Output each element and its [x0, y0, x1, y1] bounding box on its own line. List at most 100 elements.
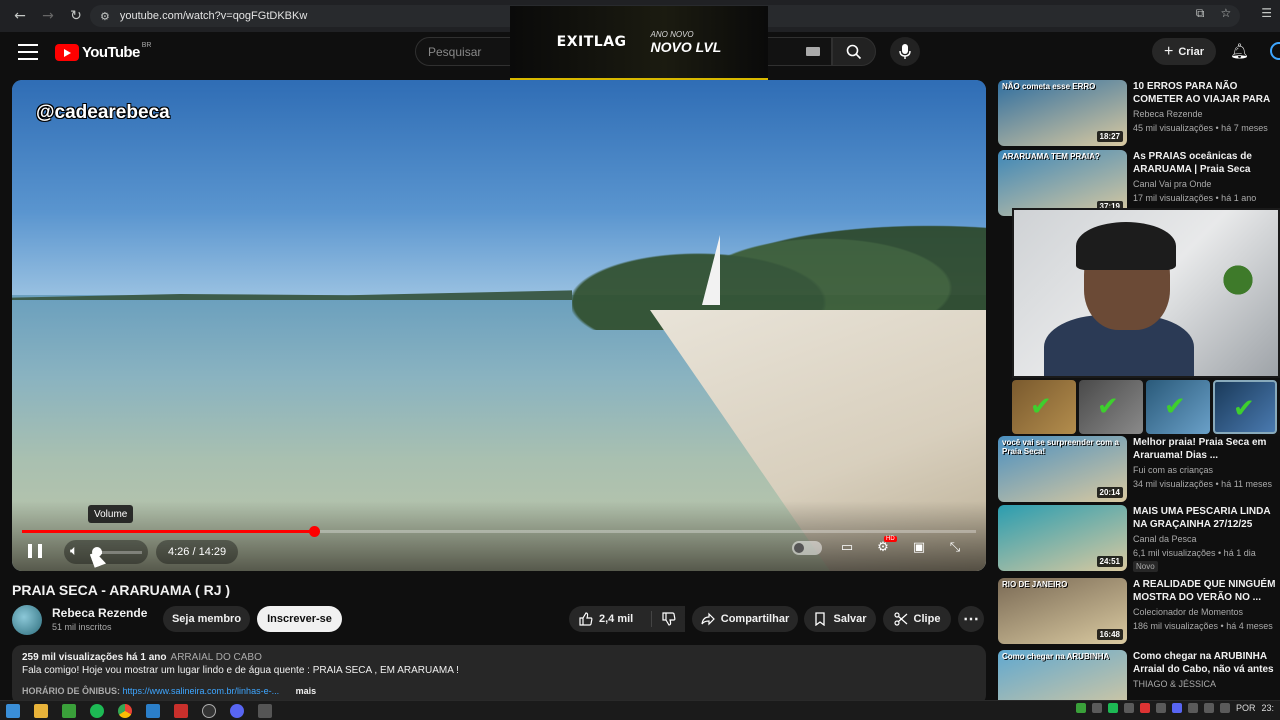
achievement-badge: [1213, 380, 1277, 434]
keyboard-icon[interactable]: [806, 47, 820, 56]
theater-icon[interactable]: ▣: [908, 540, 930, 555]
tray-icon[interactable]: [1075, 703, 1086, 713]
related-video-item[interactable]: ARARUAMA TEM PRAIA? 37:19 As PRAIAS oceâni…: [998, 150, 1280, 216]
windows-taskbar: POR 23:: [0, 700, 1280, 720]
browser-actions: ⧉ ☆ ☰: [1196, 6, 1272, 21]
autoplay-toggle[interactable]: [792, 540, 822, 555]
settings-icon[interactable]: ⚙ HD: [872, 536, 897, 555]
join-button[interactable]: Seja membro: [163, 606, 250, 632]
wifi-icon[interactable]: [1203, 703, 1214, 713]
video-editor-icon[interactable]: [174, 703, 188, 718]
forward-icon[interactable]: →: [34, 2, 62, 30]
tray-icon[interactable]: [1107, 703, 1118, 713]
achievement-badge: [1012, 380, 1076, 434]
file-explorer-icon[interactable]: [34, 703, 48, 718]
related-video-item[interactable]: RIO DE JANEIRO 16:48 A REALIDADE QUE NINGU…: [998, 578, 1280, 644]
tray-icon[interactable]: [1187, 703, 1198, 713]
views-date: 259 mil visualizações há 1 ano: [22, 652, 167, 663]
video-thumbnail[interactable]: você vai se surpreender com a Praia Seca…: [998, 436, 1127, 502]
volume-icon[interactable]: 🔈︎: [70, 543, 78, 559]
duration-badge: 18:27: [1096, 131, 1123, 142]
related-video-item[interactable]: 24:51 MAIS UMA PESCARIA LINDA NA GRAÇAINH…: [998, 505, 1280, 572]
related-video-item[interactable]: você vai se surpreender com a Praia Seca…: [998, 436, 1280, 502]
back-icon[interactable]: ←: [6, 2, 34, 30]
fullscreen-icon[interactable]: ⤡: [944, 540, 966, 555]
search-placeholder: Pesquisar: [428, 44, 482, 59]
video-thumbnail[interactable]: RIO DE JANEIRO 16:48: [998, 578, 1127, 644]
pause-icon[interactable]: [28, 544, 42, 558]
progress-fill: [22, 530, 314, 533]
speaker-icon[interactable]: [1219, 703, 1230, 713]
chrome-icon[interactable]: [118, 703, 132, 718]
system-tray: POR 23:: [1075, 703, 1274, 713]
tray-icon[interactable]: [1171, 703, 1182, 713]
related-video-title[interactable]: As PRAIAS oceânicas de ARARUAMA | Praia …: [1133, 150, 1280, 176]
reload-icon[interactable]: ↻: [62, 2, 90, 30]
video-thumbnail[interactable]: NÃO cometa esse ERRO 18:27: [998, 80, 1127, 146]
related-video-channel[interactable]: Rebeca Rezende: [1133, 109, 1203, 119]
progress-bar[interactable]: [22, 526, 976, 537]
video-watermark: @cadearebeca: [36, 102, 170, 123]
description-box[interactable]: 259 mil visualizações há 1 ano ARRAIAL DO…: [12, 645, 986, 705]
menu-icon[interactable]: ☰: [1261, 6, 1272, 21]
related-video-channel[interactable]: THIAGO & JÉSSICA: [1133, 679, 1216, 689]
schedule-link[interactable]: https://www.salineira.com.br/linhas-e-..…: [123, 686, 280, 696]
related-video-item[interactable]: NÃO cometa esse ERRO 18:27 10 ERROS PARA N…: [998, 80, 1280, 146]
spotify-icon[interactable]: [90, 703, 104, 718]
site-settings-icon[interactable]: ⚙: [100, 10, 110, 23]
subtitles-icon[interactable]: ▭: [836, 540, 858, 555]
volume-slider[interactable]: [98, 551, 142, 554]
share-button[interactable]: Compartilhar: [692, 606, 798, 632]
subscribe-button[interactable]: Inscrever-se: [257, 606, 342, 632]
more-icon[interactable]: ⋯: [958, 606, 984, 632]
duration-badge: 20:14: [1096, 487, 1123, 498]
start-icon[interactable]: [6, 703, 20, 718]
dislike-button[interactable]: [652, 606, 685, 632]
tray-icon[interactable]: [1123, 703, 1134, 713]
channel-name[interactable]: Rebeca Rezende: [52, 606, 147, 620]
related-video-title[interactable]: 10 ERROS PARA NÃO COMETER AO VIAJAR PARA…: [1133, 80, 1280, 106]
search-icon: [846, 44, 862, 59]
clip-button[interactable]: Clipe: [883, 606, 951, 632]
tray-icon[interactable]: [1155, 703, 1166, 713]
video-frame-sail: [702, 235, 720, 305]
tray-icon[interactable]: [1091, 703, 1102, 713]
related-video-channel[interactable]: Colecionador de Momentos: [1133, 607, 1243, 617]
related-video-title[interactable]: MAIS UMA PESCARIA LINDA NA GRAÇAINHA 27/…: [1133, 505, 1280, 531]
video-thumbnail[interactable]: 24:51: [998, 505, 1127, 571]
create-button[interactable]: + Criar: [1152, 38, 1216, 65]
video-thumbnail[interactable]: ARARUAMA TEM PRAIA? 37:19: [998, 150, 1127, 216]
video-player[interactable]: @cadearebeca Volume 🔈︎ 4:26 / 14:29 ▭ ⚙ H…: [12, 80, 986, 571]
clock[interactable]: 23:: [1261, 703, 1274, 713]
install-icon[interactable]: ⧉: [1196, 6, 1205, 21]
voice-search-button[interactable]: [890, 37, 920, 66]
app-icon[interactable]: [258, 703, 272, 718]
progress-scrubber[interactable]: [308, 526, 320, 537]
youtube-logo[interactable]: YouTube BR: [55, 42, 151, 61]
xbox-icon[interactable]: [62, 703, 76, 718]
obs-icon[interactable]: [202, 703, 216, 718]
hd-badge: HD: [884, 536, 897, 542]
bookmark-icon[interactable]: ☆: [1220, 6, 1231, 21]
related-video-title[interactable]: Como chegar na ARUBINHA Arraial do Cabo,…: [1133, 650, 1280, 676]
language-indicator[interactable]: POR: [1236, 703, 1256, 713]
related-video-channel[interactable]: Canal da Pesca: [1133, 534, 1197, 544]
related-video-channel[interactable]: Fui com as crianças: [1133, 465, 1213, 475]
location-tag[interactable]: ARRAIAL DO CABO: [171, 652, 262, 663]
schedule-label: HORÁRIO DE ÔNIBUS:: [22, 686, 123, 696]
related-video-channel[interactable]: Canal Vai pra Onde: [1133, 179, 1211, 189]
save-button[interactable]: Salvar: [804, 606, 876, 632]
account-avatar[interactable]: [1270, 42, 1280, 60]
bell-icon[interactable]: 🔔︎: [1230, 42, 1249, 60]
tray-icon[interactable]: [1139, 703, 1150, 713]
more-link[interactable]: mais: [296, 686, 317, 696]
related-video-title[interactable]: A REALIDADE QUE NINGUÉM MOSTRA DO VERÃO …: [1133, 578, 1280, 604]
related-video-title[interactable]: Melhor praia! Praia Seca em Araruama! Di…: [1133, 436, 1280, 462]
thumbnail-text: ARARUAMA TEM PRAIA?: [1002, 152, 1100, 161]
discord-icon[interactable]: [230, 703, 244, 718]
edge-icon[interactable]: [146, 703, 160, 718]
search-button[interactable]: [832, 37, 876, 66]
hamburger-menu-icon[interactable]: [18, 44, 38, 60]
channel-avatar[interactable]: [12, 605, 42, 635]
video-title: PRAIA SECA - ARARUAMA ( RJ ): [12, 582, 231, 598]
